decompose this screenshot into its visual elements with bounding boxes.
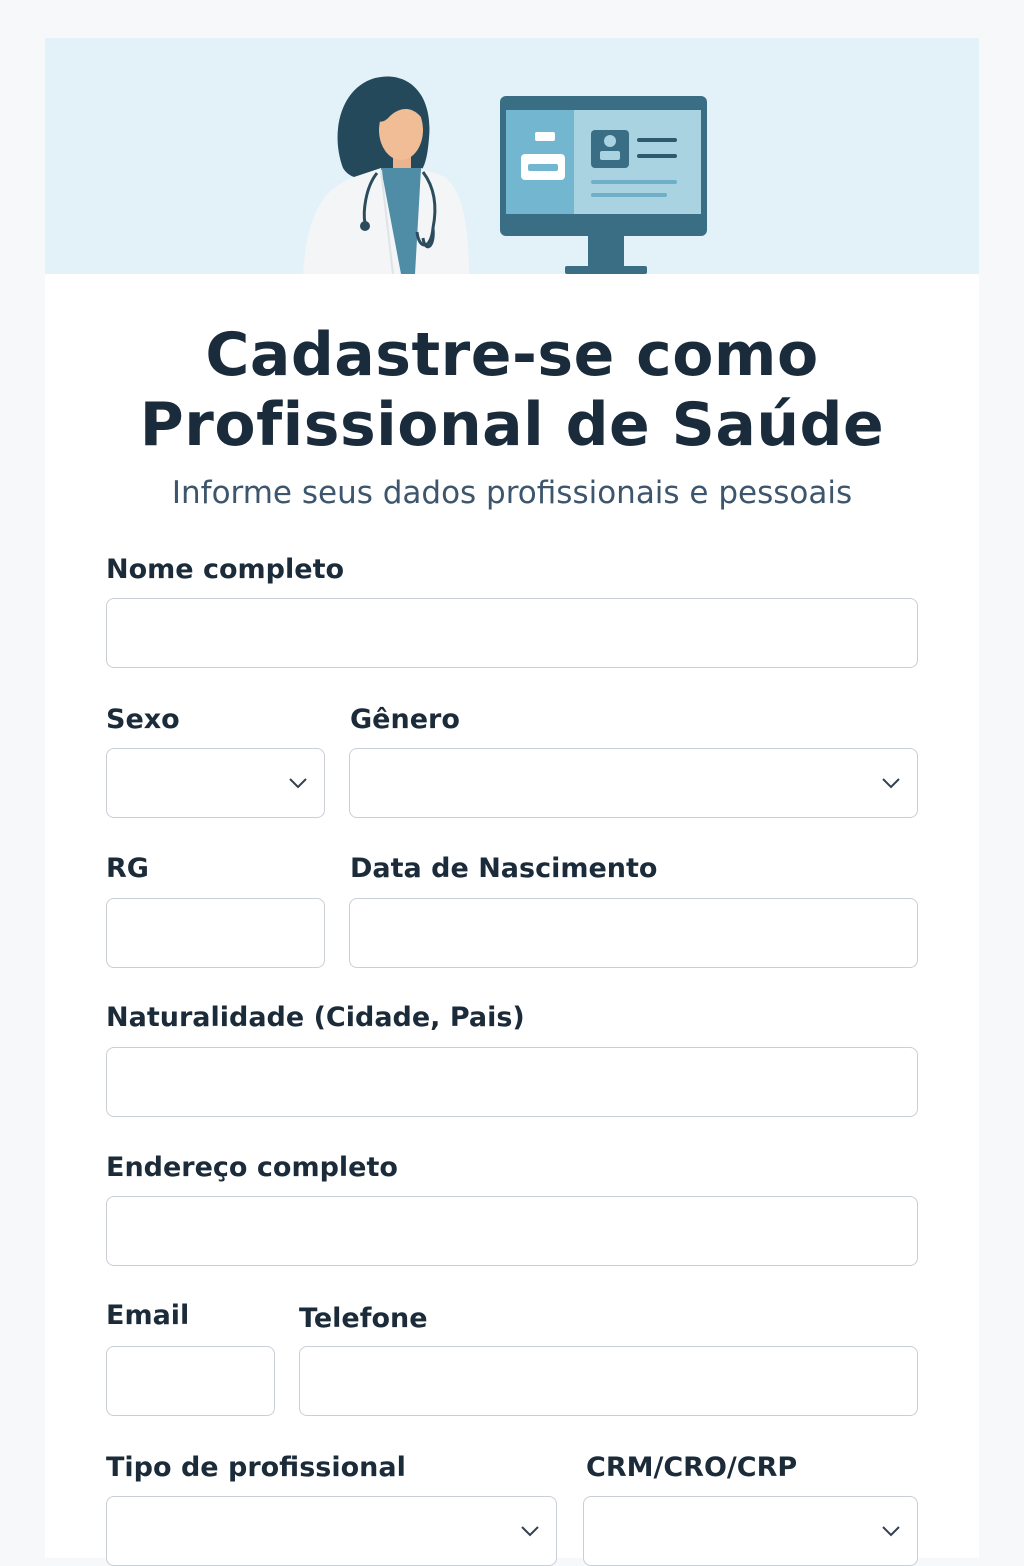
data-nascimento-label: Data de Nascimento — [350, 853, 658, 884]
sexo-label: Sexo — [106, 704, 180, 735]
banner-illustration — [303, 76, 707, 274]
endereco-input[interactable] — [107, 1197, 917, 1265]
naturalidade-input[interactable] — [107, 1048, 917, 1116]
naturalidade-field[interactable] — [106, 1047, 918, 1117]
rg-label: RG — [106, 853, 149, 884]
rg-field[interactable] — [106, 898, 325, 968]
genero-label: Gênero — [350, 704, 460, 735]
registro-label: CRM/CRO/CRP — [586, 1452, 798, 1483]
header-banner — [45, 38, 979, 274]
tipo-profissional-select[interactable] — [106, 1496, 557, 1566]
signup-card: Cadastre-se como Profissional de Saúde I… — [45, 38, 979, 1566]
registro-select[interactable] — [583, 1496, 918, 1566]
telefone-field[interactable] — [299, 1346, 918, 1416]
doctor-illustration — [303, 76, 469, 274]
endereco-label: Endereço completo — [106, 1152, 398, 1183]
telefone-input[interactable] — [300, 1347, 917, 1415]
email-input[interactable] — [107, 1347, 274, 1415]
email-field[interactable] — [106, 1346, 275, 1416]
sexo-select[interactable] — [106, 748, 325, 818]
nome-completo-input[interactable] — [107, 599, 917, 667]
genero-select[interactable] — [349, 748, 918, 818]
email-label: Email — [106, 1300, 190, 1331]
rg-input[interactable] — [107, 899, 324, 967]
telefone-label: Telefone — [299, 1303, 428, 1334]
nome-completo-field[interactable] — [106, 598, 918, 668]
data-nascimento-field[interactable] — [349, 898, 918, 968]
page-subtitle: Informe seus dados profissionais e pesso… — [171, 475, 853, 511]
data-nascimento-input[interactable] — [350, 899, 917, 967]
chevron-down-icon — [882, 778, 900, 789]
page-title: Cadastre-se como Profissional de Saúde — [45, 320, 979, 460]
computer-monitor-illustration — [500, 96, 707, 274]
nome-completo-label: Nome completo — [106, 554, 345, 585]
page-title-line1: Cadastre-se como — [205, 320, 819, 390]
chevron-down-icon — [289, 778, 307, 789]
endereco-field[interactable] — [106, 1196, 918, 1266]
page-title-line2: Profissional de Saúde — [139, 390, 885, 460]
tipo-profissional-label: Tipo de profissional — [106, 1452, 406, 1483]
naturalidade-label: Naturalidade (Cidade, Pais) — [106, 1002, 525, 1033]
